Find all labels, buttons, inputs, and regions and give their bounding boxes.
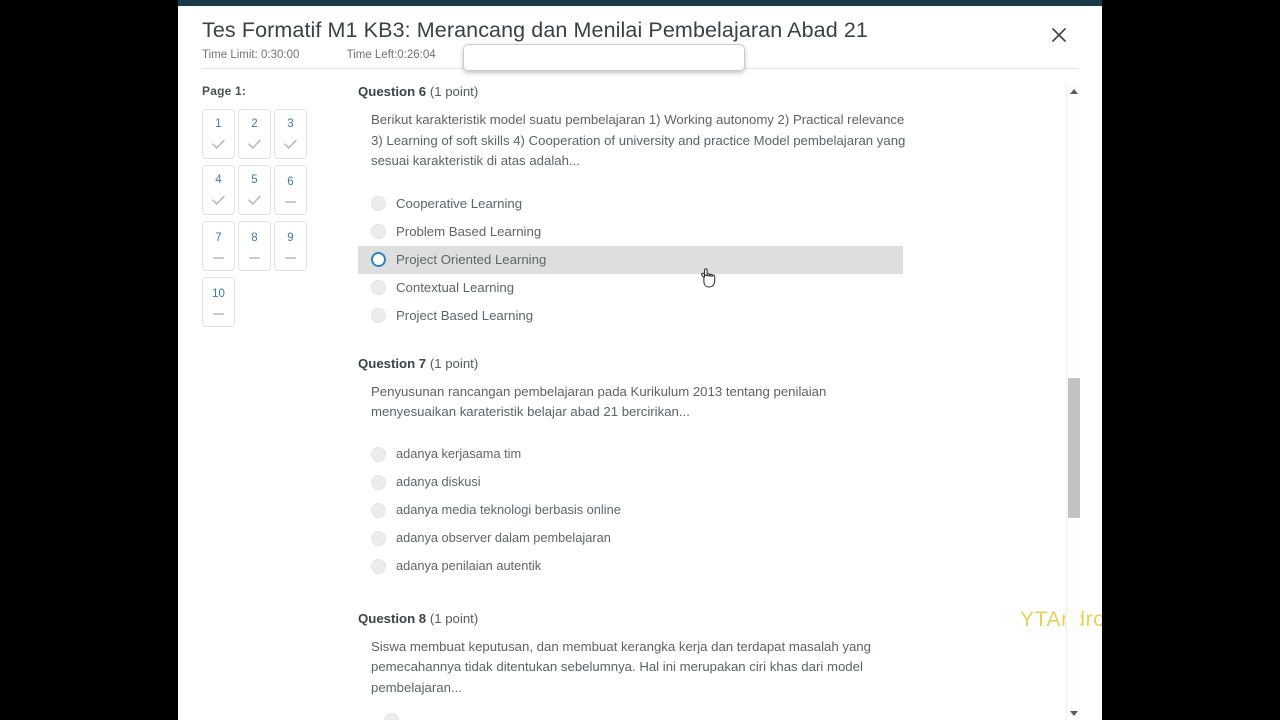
page-nav-number: 8 xyxy=(251,231,258,244)
vertical-scrollbar[interactable] xyxy=(1066,84,1080,720)
question-6-label: Question 6 xyxy=(358,84,427,99)
option-label: adanya media teknologi berbasis online xyxy=(396,502,621,518)
page-nav-question-10[interactable]: 10 xyxy=(202,277,235,327)
page-nav-question-9[interactable]: 9 xyxy=(274,221,307,271)
radio-icon[interactable] xyxy=(371,447,386,462)
quiz-timing-row: Time Limit: 0:30:00 Time Left:0:26:04 xyxy=(202,49,436,61)
radio-icon[interactable] xyxy=(371,475,386,490)
option-label: Cooperative Learning xyxy=(396,195,523,211)
question-6-points: (1 point) xyxy=(429,84,479,99)
question-6-header: Question 6 (1 point) xyxy=(358,84,1052,99)
chevron-up-icon[interactable] xyxy=(1067,84,1081,98)
screen: Tes Formatif M1 KB3: Merancang dan Menil… xyxy=(0,0,1280,720)
option-row[interactable]: Cooperative Learning xyxy=(358,190,1052,218)
radio-icon[interactable] xyxy=(371,280,386,295)
option-row[interactable]: Project Oriented Learning xyxy=(358,245,903,274)
page-nav-question-8[interactable]: 8 xyxy=(238,221,271,271)
page-nav-number: 10 xyxy=(212,287,225,300)
questions-pane: Question 6 (1 point) Berikut karakterist… xyxy=(358,84,1052,720)
chevron-down-icon[interactable] xyxy=(1067,706,1081,720)
scrollbar-thumb[interactable] xyxy=(1068,377,1080,518)
page-nav-number: 1 xyxy=(215,117,222,130)
dash-icon xyxy=(249,257,260,260)
option-label: adanya kerjasama tim xyxy=(396,446,522,462)
page-nav-number: 5 xyxy=(251,173,258,186)
option-row[interactable]: adanya diskusi xyxy=(358,469,1052,497)
question-6-text: Berikut karakteristik model suatu pembel… xyxy=(371,112,906,168)
close-icon[interactable] xyxy=(1048,24,1070,46)
time-left-label: Time Left:0:26:04 xyxy=(346,49,436,61)
radio-icon[interactable] xyxy=(371,531,386,546)
option-row[interactable]: adanya kerjasama tim xyxy=(358,441,1052,469)
question-8-text: Siswa membuat keputusan, dan membuat ker… xyxy=(371,638,871,695)
check-icon xyxy=(248,139,261,150)
page-nav-question-7[interactable]: 7 xyxy=(202,221,235,271)
question-block-7: Question 7 (1 point) Penyusunan rancanga… xyxy=(358,356,1052,581)
page-nav-number: 7 xyxy=(215,231,222,244)
radio-icon[interactable] xyxy=(371,308,386,323)
option-label: adanya observer dalam pembelajaran xyxy=(396,530,611,546)
question-number-grid: 1 2 3 4 5 6 7 8 9 10 xyxy=(202,109,316,330)
dash-icon xyxy=(285,257,296,260)
page-navigator-title: Page 1: xyxy=(202,84,247,98)
option-label: Project Oriented Learning xyxy=(396,251,547,267)
question-block-8: Question 8 (1 point) Siswa membuat keput… xyxy=(358,611,1052,699)
question-8-header: Question 8 (1 point) xyxy=(358,611,1052,626)
option-label: Project Based Learning xyxy=(396,307,534,323)
option-row[interactable]: adanya penilaian autentik xyxy=(358,553,1052,581)
question-8-points: (1 point) xyxy=(429,610,479,626)
page-nav-number: 2 xyxy=(251,117,258,130)
clipped-option-row[interactable] xyxy=(371,706,771,720)
dash-icon xyxy=(285,201,296,204)
dash-icon xyxy=(213,313,224,316)
page-nav-question-3[interactable]: 3 xyxy=(274,109,307,159)
option-row[interactable]: Project Based Learning xyxy=(358,302,1052,330)
radio-icon[interactable] xyxy=(371,503,386,518)
option-label: Problem Based Learning xyxy=(396,223,542,239)
radio-icon[interactable] xyxy=(371,224,386,239)
page-navigator: Page 1: 1 2 3 4 5 6 7 8 9 10 xyxy=(202,84,332,330)
page-nav-number: 3 xyxy=(287,117,294,130)
time-limit-label: Time Limit: 0:30:00 xyxy=(202,49,300,61)
option-row[interactable]: Problem Based Learning xyxy=(358,218,1052,246)
check-icon xyxy=(212,139,225,150)
quiz-modal: Tes Formatif M1 KB3: Merancang dan Menil… xyxy=(178,0,1102,720)
radio-icon-hovered[interactable] xyxy=(371,252,386,267)
quiz-header: Tes Formatif M1 KB3: Merancang dan Menil… xyxy=(178,6,1102,71)
page-title: Tes Formatif M1 KB3: Merancang dan Menil… xyxy=(202,18,868,42)
page-nav-number: 4 xyxy=(215,173,222,186)
option-label: adanya penilaian autentik xyxy=(396,558,542,574)
page-nav-question-2[interactable]: 2 xyxy=(238,109,271,159)
check-icon xyxy=(248,195,261,206)
dash-icon xyxy=(213,257,224,260)
question-8-label: Question 8 xyxy=(358,610,427,626)
question-7-options: adanya kerjasama tim adanya diskusi adanya… xyxy=(358,441,1052,581)
answer-text-input[interactable] xyxy=(463,44,745,71)
question-7-points: (1 point) xyxy=(429,355,479,371)
page-nav-question-1[interactable]: 1 xyxy=(202,109,235,159)
question-block-6: Question 6 (1 point) Berikut karakterist… xyxy=(358,84,1052,330)
option-label: adanya diskusi xyxy=(396,474,481,490)
page-nav-question-6[interactable]: 6 xyxy=(274,165,307,215)
watermark-text: YTAndroid Messi xyxy=(1020,608,1102,631)
radio-icon[interactable] xyxy=(371,196,386,211)
check-icon xyxy=(212,195,225,206)
option-row[interactable]: Contextual Learning xyxy=(358,274,1052,302)
option-row[interactable]: adanya observer dalam pembelajaran xyxy=(358,525,1052,553)
option-row[interactable]: adanya media teknologi berbasis online xyxy=(358,497,1052,525)
page-nav-question-4[interactable]: 4 xyxy=(202,165,235,215)
page-nav-question-5[interactable]: 5 xyxy=(238,165,271,215)
question-7-header: Question 7 (1 point) xyxy=(358,356,1052,371)
radio-icon[interactable] xyxy=(371,559,386,574)
option-label: Contextual Learning xyxy=(396,279,515,295)
check-icon xyxy=(284,139,297,150)
question-6-options: Cooperative Learning Problem Based Learni… xyxy=(358,190,1052,330)
page-nav-number: 9 xyxy=(287,231,294,244)
page-nav-number: 6 xyxy=(287,175,294,188)
question-7-text: Penyusunan rancangan pembelajaran pada K… xyxy=(371,383,827,420)
question-7-label: Question 7 xyxy=(358,355,427,371)
radio-icon[interactable] xyxy=(384,712,399,720)
